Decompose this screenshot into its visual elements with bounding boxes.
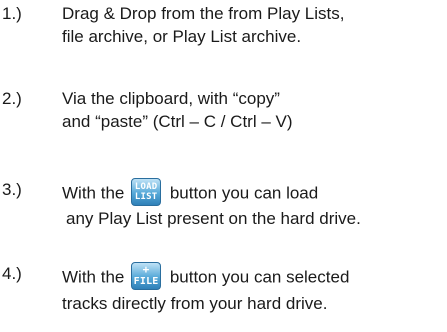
load-list-button[interactable]: LOAD LIST: [131, 178, 162, 206]
item-text-post: button you can load: [169, 183, 319, 203]
item-number: 4.): [2, 264, 22, 283]
item-text-post: button you can selected: [169, 267, 350, 287]
load-list-icon-label: LIST: [134, 192, 158, 202]
load-list-icon: LOAD: [134, 182, 158, 192]
add-file-icon-label: FILE: [133, 276, 159, 287]
item-text-pre: With the: [62, 183, 125, 203]
item-number: 1.): [2, 4, 22, 23]
item-text-line: Drag & Drop from the from Play Lists,: [62, 4, 345, 23]
item-text-pre: With the: [62, 267, 125, 287]
item-text-line: With the + FILE button you can selected: [62, 262, 350, 292]
item-number: 3.): [2, 180, 22, 199]
item-text-line: With the LOAD LIST button you can load: [62, 178, 319, 208]
item-text-line: any Play List present on the hard drive.: [66, 209, 361, 228]
item-number: 2.): [2, 89, 22, 108]
add-file-icon: +: [142, 263, 150, 276]
item-text-line: Via the clipboard, with “copy”: [62, 89, 280, 108]
item-text-line: file archive, or Play List archive.: [62, 27, 302, 46]
item-text-line: tracks directly from your hard drive.: [62, 294, 328, 313]
item-text-line: and “paste” (Ctrl – C / Ctrl – V): [62, 112, 293, 131]
add-file-button[interactable]: + FILE: [131, 262, 162, 290]
